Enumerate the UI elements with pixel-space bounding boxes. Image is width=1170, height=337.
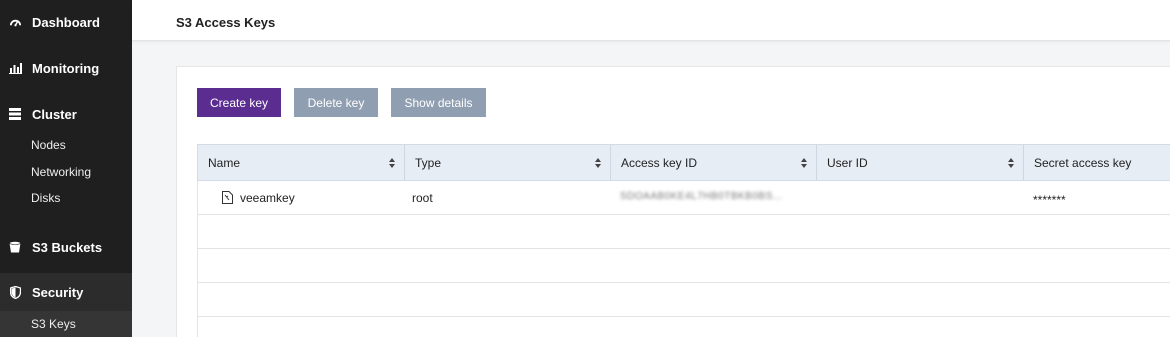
delete-key-button[interactable]: Delete key <box>294 88 378 117</box>
sidebar-item-label: Security <box>32 284 84 300</box>
shield-icon <box>8 285 22 299</box>
table-row-empty <box>197 317 1170 337</box>
sidebar-item-security[interactable]: Security <box>0 273 132 311</box>
sort-icon <box>389 158 395 168</box>
table-row-empty <box>197 249 1170 283</box>
create-key-button[interactable]: Create key <box>197 88 281 117</box>
secret-access-key: ******* <box>1033 193 1066 207</box>
page-title: S3 Access Keys <box>176 15 276 30</box>
bucket-icon <box>8 240 22 254</box>
sidebar-subitem-nodes[interactable]: Nodes <box>31 138 66 152</box>
chart-icon <box>8 61 22 75</box>
table-header: Name Type Access key ID User ID Secret a… <box>197 144 1170 181</box>
server-icon <box>8 107 22 121</box>
key-name: veeamkey <box>240 191 295 205</box>
column-header-secret-access-key[interactable]: Secret access key <box>1024 145 1170 181</box>
sidebar: Dashboard Monitoring Cluster Nodes Netwo… <box>0 0 132 337</box>
sort-icon <box>595 158 601 168</box>
sidebar-item-label: Monitoring <box>32 60 100 76</box>
sidebar-item-dashboard[interactable]: Dashboard <box>0 12 132 32</box>
sidebar-item-cluster[interactable]: Cluster <box>0 104 132 124</box>
access-key-id: SDOAAB0KE4L7HB0TBKB0BS... <box>620 191 783 202</box>
sidebar-item-monitoring[interactable]: Monitoring <box>0 58 132 78</box>
sidebar-subitem-disks[interactable]: Disks <box>31 191 60 205</box>
column-header-user-id[interactable]: User ID <box>817 145 1024 181</box>
key-type: root <box>412 191 433 205</box>
column-header-access-key-id[interactable]: Access key ID <box>611 145 817 181</box>
table-row[interactable]: veeamkey root SDOAAB0KE4L7HB0TBKB0BS... … <box>197 181 1170 215</box>
sort-icon <box>1008 158 1014 168</box>
key-file-icon <box>222 191 233 207</box>
sidebar-subitem-networking[interactable]: Networking <box>31 165 91 179</box>
page-header: S3 Access Keys <box>132 0 1170 41</box>
sidebar-item-s3-buckets[interactable]: S3 Buckets <box>0 237 132 257</box>
dashboard-icon <box>8 15 22 29</box>
sidebar-item-label: Cluster <box>32 106 77 122</box>
table-row-empty <box>197 215 1170 249</box>
table-row-empty <box>197 283 1170 317</box>
sidebar-subitem-s3-keys[interactable]: S3 Keys <box>0 311 132 337</box>
sort-icon <box>801 158 807 168</box>
show-details-button[interactable]: Show details <box>391 88 486 117</box>
column-header-type[interactable]: Type <box>405 145 611 181</box>
sidebar-item-label: S3 Buckets <box>32 239 103 255</box>
sidebar-item-label: Dashboard <box>32 14 100 30</box>
column-header-name[interactable]: Name <box>198 145 405 181</box>
